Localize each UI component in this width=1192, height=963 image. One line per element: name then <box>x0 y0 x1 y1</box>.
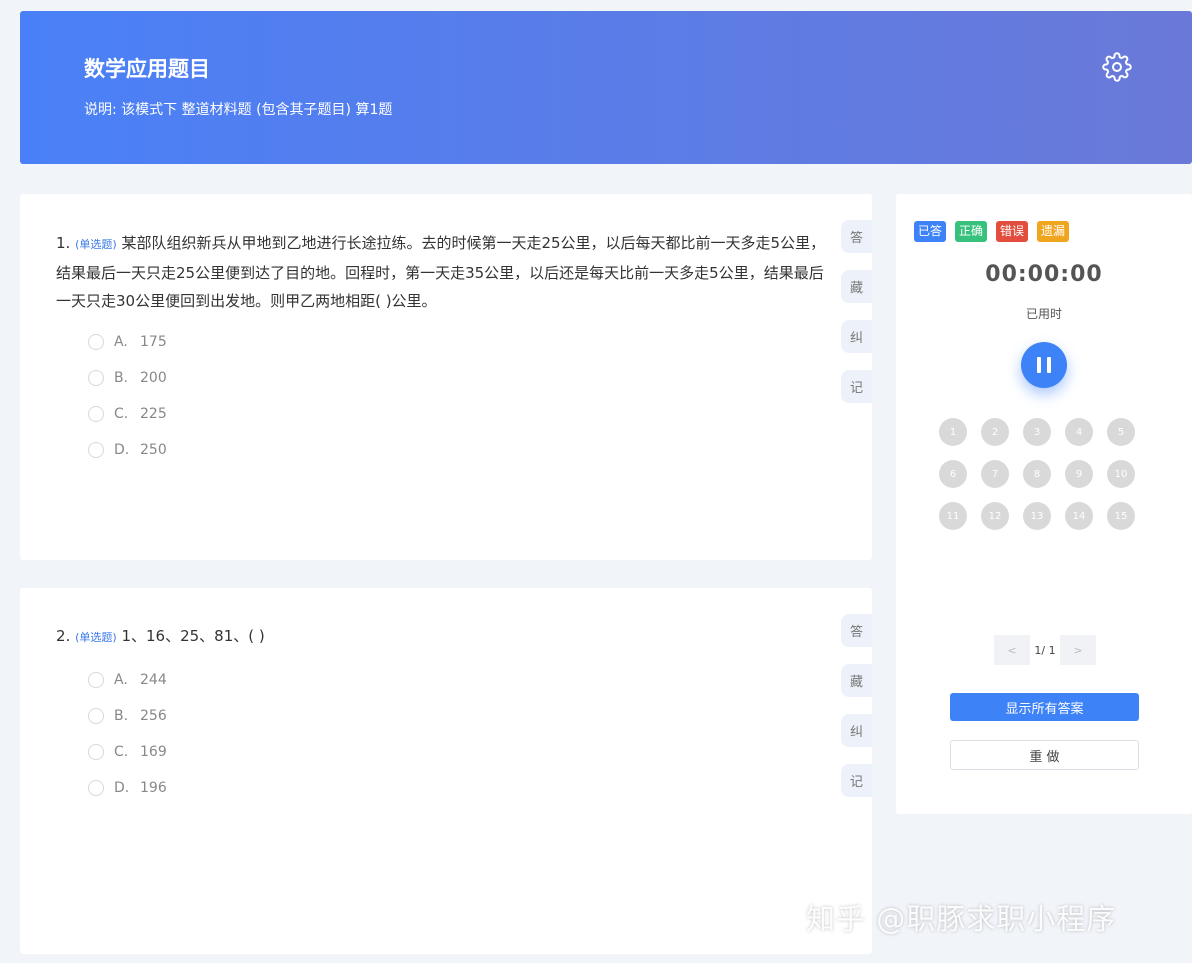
option-letter: B. <box>114 370 129 386</box>
radio-button[interactable] <box>88 708 104 724</box>
gear-icon[interactable] <box>1102 52 1132 82</box>
radio-button[interactable] <box>88 442 104 458</box>
option-value: 256 <box>140 708 167 724</box>
option-a[interactable]: A. 175 <box>88 324 167 360</box>
status-legend: 已答 正确 错误 遗漏 <box>914 221 1078 242</box>
side-tag-list: 答 藏 纠 记 <box>841 614 872 814</box>
option-c[interactable]: C. 169 <box>88 734 167 770</box>
header-banner: 数学应用题目 说明: 该模式下 整道材料题 (包含其子题目) 算1题 <box>20 11 1192 164</box>
pause-button[interactable] <box>1021 342 1067 388</box>
radio-button[interactable] <box>88 334 104 350</box>
option-list: A. 244 B. 256 C. 169 D. 196 <box>88 662 167 806</box>
page-info: 1/ 1 <box>1034 643 1056 657</box>
radio-button[interactable] <box>88 744 104 760</box>
radio-button[interactable] <box>88 672 104 688</box>
pause-icon <box>1047 357 1051 373</box>
question-number-button[interactable]: 9 <box>1065 460 1093 488</box>
question-number-button[interactable]: 11 <box>939 502 967 530</box>
option-value: 200 <box>140 370 167 386</box>
report-error-tag[interactable]: 纠 <box>841 320 872 353</box>
radio-button[interactable] <box>88 780 104 796</box>
option-letter: D. <box>114 780 130 796</box>
option-d[interactable]: D. 250 <box>88 432 167 468</box>
pause-icon <box>1037 357 1041 373</box>
option-letter: A. <box>114 672 128 688</box>
question-number-button[interactable]: 12 <box>981 502 1009 530</box>
answer-tag[interactable]: 答 <box>841 614 872 647</box>
pagination: < 1/ 1 > <box>994 635 1096 665</box>
watermark: 知乎 @职豚求职小程序 <box>806 902 1117 936</box>
question-number-button[interactable]: 3 <box>1023 418 1051 446</box>
option-value: 196 <box>140 780 167 796</box>
question-type: (单选题) <box>75 631 117 644</box>
question-number-button[interactable]: 10 <box>1107 460 1135 488</box>
option-letter: C. <box>114 406 129 422</box>
question-number-button[interactable]: 4 <box>1065 418 1093 446</box>
option-letter: C. <box>114 744 129 760</box>
note-tag[interactable]: 记 <box>841 370 872 403</box>
legend-answered: 已答 <box>914 221 947 242</box>
option-letter: A. <box>114 334 128 350</box>
option-b[interactable]: B. 256 <box>88 698 167 734</box>
option-value: 244 <box>140 672 167 688</box>
side-tag-list: 答 藏 纠 记 <box>841 220 872 420</box>
question-type: (单选题) <box>75 238 117 251</box>
option-c[interactable]: C. 225 <box>88 396 167 432</box>
answer-tag[interactable]: 答 <box>841 220 872 253</box>
option-b[interactable]: B. 200 <box>88 360 167 396</box>
question-text-1: 1. (单选题) 某部队组织新兵从甲地到乙地进行长途拉练。去的时候第一天走25公… <box>56 229 836 315</box>
question-number-button[interactable]: 14 <box>1065 502 1093 530</box>
question-number-button[interactable]: 5 <box>1107 418 1135 446</box>
question-stem: 1、16、25、81、( ) <box>121 627 265 645</box>
option-value: 175 <box>140 334 167 350</box>
question-number-button[interactable]: 15 <box>1107 502 1135 530</box>
option-letter: B. <box>114 708 129 724</box>
question-text-2: 2. (单选题) 1、16、25、81、( ) <box>56 622 836 652</box>
favorite-tag[interactable]: 藏 <box>841 270 872 303</box>
question-number-button[interactable]: 7 <box>981 460 1009 488</box>
timer-display: 00:00:00 <box>985 262 1103 287</box>
timer-label: 已用时 <box>1025 307 1062 321</box>
note-tag[interactable]: 记 <box>841 764 872 797</box>
option-letter: D. <box>114 442 130 458</box>
radio-button[interactable] <box>88 406 104 422</box>
question-stem: 某部队组织新兵从甲地到乙地进行长途拉练。去的时候第一天走25公里，以后每天都比前… <box>56 234 826 310</box>
page-description: 说明: 该模式下 整道材料题 (包含其子题目) 算1题 <box>84 102 393 118</box>
question-card-2: 2. (单选题) 1、16、25、81、( ) A. 244 B. 256 C. 16… <box>20 588 872 954</box>
answer-sheet-panel: 已答 正确 错误 遗漏 00:00:00 已用时 1 2 3 4 5 6 7 8 9 10 11 12… <box>896 194 1192 814</box>
redo-button[interactable]: 重 做 <box>950 740 1139 770</box>
question-number: 1. <box>56 234 71 252</box>
radio-button[interactable] <box>88 370 104 386</box>
prev-page-button[interactable]: < <box>994 635 1030 665</box>
question-number-button[interactable]: 2 <box>981 418 1009 446</box>
option-value: 250 <box>140 442 167 458</box>
question-number: 2. <box>56 627 71 645</box>
legend-correct: 正确 <box>955 221 988 242</box>
question-card-1: 1. (单选题) 某部队组织新兵从甲地到乙地进行长途拉练。去的时候第一天走25公… <box>20 194 872 560</box>
question-number-grid: 1 2 3 4 5 6 7 8 9 10 11 12 13 14 15 <box>939 418 1135 530</box>
option-value: 225 <box>140 406 167 422</box>
next-page-button[interactable]: > <box>1060 635 1096 665</box>
legend-wrong: 错误 <box>996 221 1029 242</box>
show-all-answers-button[interactable]: 显示所有答案 <box>950 693 1139 721</box>
question-number-button[interactable]: 8 <box>1023 460 1051 488</box>
report-error-tag[interactable]: 纠 <box>841 714 872 747</box>
question-number-button[interactable]: 6 <box>939 460 967 488</box>
page-title: 数学应用题目 <box>84 57 210 81</box>
option-d[interactable]: D. 196 <box>88 770 167 806</box>
option-a[interactable]: A. 244 <box>88 662 167 698</box>
option-list: A. 175 B. 200 C. 225 D. 250 <box>88 324 167 468</box>
favorite-tag[interactable]: 藏 <box>841 664 872 697</box>
question-number-button[interactable]: 13 <box>1023 502 1051 530</box>
option-value: 169 <box>140 744 167 760</box>
question-number-button[interactable]: 1 <box>939 418 967 446</box>
legend-missed: 遗漏 <box>1037 221 1070 242</box>
